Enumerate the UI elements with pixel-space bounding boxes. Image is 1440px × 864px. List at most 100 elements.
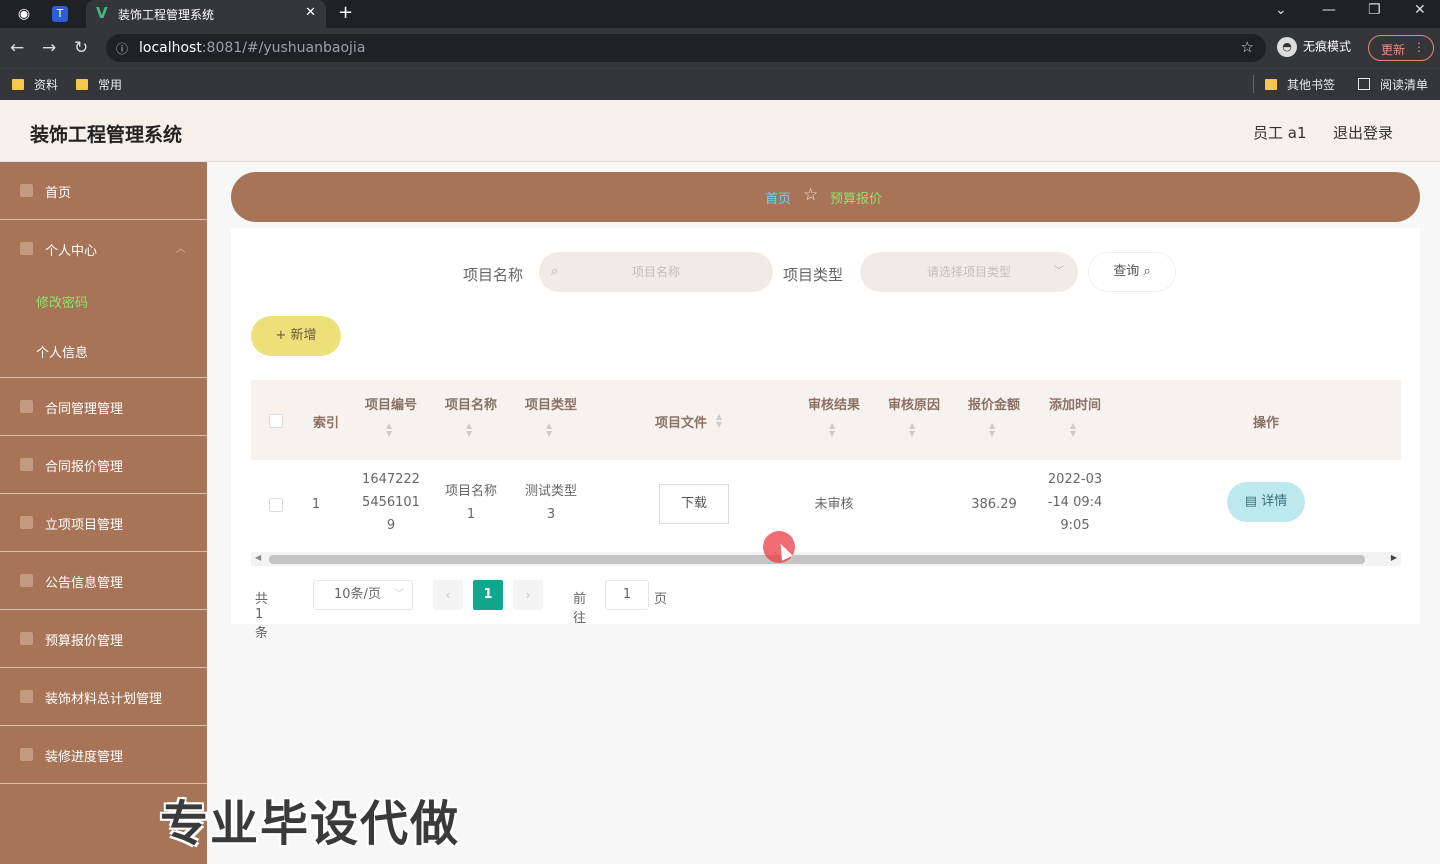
scroll-right-icon[interactable]: ▶ bbox=[1391, 553, 1397, 562]
bookmarks-bar: 资料 常用 其他书签 阅读清单 bbox=[0, 68, 1440, 100]
menu-icon bbox=[20, 748, 33, 761]
breadcrumb: 首页 ☆ 预算报价 bbox=[231, 172, 1420, 222]
menu-icon bbox=[20, 516, 33, 529]
prev-page-button[interactable]: ‹ bbox=[433, 580, 463, 610]
column-header-time[interactable]: 添加时间 bbox=[1045, 394, 1105, 413]
sidebar-item-label: 合同管理管理 bbox=[45, 402, 124, 417]
cell-name: 项目名称 1 bbox=[444, 484, 497, 522]
page-size-select[interactable]: 10条/页 ﹀ bbox=[313, 580, 413, 610]
select-all-checkbox[interactable] bbox=[269, 414, 283, 428]
pinned-tab-icon[interactable]: T bbox=[52, 6, 68, 22]
sidebar-item-home[interactable]: 首页 bbox=[0, 162, 207, 220]
close-window-icon[interactable]: ✕ bbox=[1414, 2, 1426, 18]
app-title: 装饰工程管理系统 bbox=[30, 124, 183, 146]
new-tab-icon[interactable]: + bbox=[338, 2, 353, 23]
download-button[interactable]: 下载 bbox=[659, 484, 729, 524]
tab-close-icon[interactable]: ✕ bbox=[305, 5, 316, 20]
current-page[interactable]: 1 bbox=[473, 580, 503, 610]
sort-icon[interactable]: ▲ ▼ bbox=[466, 422, 472, 438]
bookmark-separator bbox=[1253, 75, 1254, 93]
tab-title: 装饰工程管理系统 bbox=[118, 8, 215, 22]
vue-favicon-icon: V bbox=[96, 4, 108, 22]
site-info-icon[interactable]: ⓘ bbox=[116, 40, 128, 57]
current-user: 员工 a1 bbox=[1253, 124, 1307, 142]
search-icon: ⌕ bbox=[551, 264, 559, 279]
query-button[interactable]: 查询 ⌕ bbox=[1088, 252, 1176, 292]
browser-tabbar: ◉ T V 装饰工程管理系统 ✕ + ⌄ — ❐ ✕ bbox=[0, 0, 1440, 28]
browser-toolbar: ← → ↻ ⓘ localhost:8081/#/yushuanbaojia ☆… bbox=[0, 28, 1440, 68]
sidebar-item-budget-quote[interactable]: 预算报价管理 bbox=[0, 610, 207, 668]
add-button[interactable]: + 新增 bbox=[251, 316, 341, 356]
column-header-review-result[interactable]: 审核结果 bbox=[804, 394, 864, 413]
scrollbar-thumb[interactable] bbox=[269, 555, 1365, 564]
scroll-left-icon[interactable]: ◀ bbox=[255, 553, 261, 562]
sort-icon[interactable]: ▲ ▼ bbox=[546, 422, 552, 438]
bookmark-star-icon[interactable]: ☆ bbox=[1241, 38, 1254, 56]
watermark-text: 专业毕设代做 bbox=[160, 796, 461, 852]
project-type-select[interactable]: 请选择项目类型 ﹀ bbox=[860, 252, 1078, 292]
horizontal-scrollbar[interactable]: ◀ ▶ bbox=[251, 552, 1401, 566]
pagination-total: 共 1 条 bbox=[255, 592, 269, 641]
forward-icon[interactable]: → bbox=[42, 38, 56, 58]
column-header-type[interactable]: 项目类型 bbox=[521, 394, 581, 413]
sort-icon[interactable]: ▲ ▼ bbox=[989, 422, 995, 438]
sidebar-item-contract-quote[interactable]: 合同报价管理 bbox=[0, 436, 207, 494]
page-unit-label: 页 bbox=[654, 592, 668, 607]
project-type-label: 项目类型 bbox=[783, 266, 844, 284]
app-header: 装饰工程管理系统 员工 a1 退出登录 bbox=[0, 100, 1440, 162]
detail-button[interactable]: ▤ 详情 bbox=[1227, 482, 1305, 522]
cell-review-result: 未审核 bbox=[814, 497, 854, 512]
column-header-name[interactable]: 项目名称 bbox=[441, 394, 501, 413]
incognito-indicator[interactable]: ◓ 无痕模式 bbox=[1277, 37, 1351, 57]
folder-icon bbox=[1265, 79, 1277, 90]
sort-icon[interactable]: ▲ ▼ bbox=[716, 413, 722, 429]
project-name-label: 项目名称 bbox=[463, 266, 524, 284]
reload-icon[interactable]: ↻ bbox=[74, 38, 88, 58]
sidebar-item-project[interactable]: 立项项目管理 bbox=[0, 494, 207, 552]
chevron-down-icon: ﹀ bbox=[394, 589, 404, 600]
sidebar-item-label: 公告信息管理 bbox=[45, 576, 124, 591]
sort-icon[interactable]: ▲ ▼ bbox=[1070, 422, 1076, 438]
sort-icon[interactable]: ▲ ▼ bbox=[386, 422, 392, 438]
sidebar-subitem-profile[interactable]: 个人信息 bbox=[36, 342, 88, 361]
update-button[interactable]: 更新 ⋮ bbox=[1368, 35, 1434, 61]
incognito-icon: ◓ bbox=[1277, 37, 1297, 57]
bookmark-folder-ziliao[interactable]: 资料 bbox=[12, 76, 58, 93]
sidebar-subitem-change-password[interactable]: 修改密码 bbox=[36, 292, 88, 311]
search-icon: ⌕ bbox=[1143, 264, 1151, 279]
reading-list[interactable]: 阅读清单 bbox=[1358, 76, 1428, 93]
breadcrumb-current: 预算报价 bbox=[830, 192, 883, 207]
sidebar-item-label: 合同报价管理 bbox=[45, 460, 124, 475]
address-bar[interactable]: ⓘ localhost:8081/#/yushuanbaojia ☆ bbox=[106, 34, 1266, 62]
main-content: 首页 ☆ 预算报价 项目名称 ⌕ 项目名称 项目类型 请选择项目类型 ﹀ 查询 … bbox=[207, 162, 1440, 864]
sidebar-item-progress[interactable]: 装修进度管理 bbox=[0, 726, 207, 784]
bookmark-folder-changyong[interactable]: 常用 bbox=[76, 76, 122, 93]
next-page-button[interactable]: › bbox=[513, 580, 543, 610]
column-header-review-reason[interactable]: 审核原因 bbox=[884, 394, 944, 413]
breadcrumb-home[interactable]: 首页 bbox=[765, 188, 791, 207]
project-name-input[interactable]: ⌕ 项目名称 bbox=[539, 252, 773, 292]
column-header-file[interactable]: 项目文件 bbox=[651, 412, 711, 431]
goto-page-input[interactable]: 1 bbox=[605, 580, 649, 610]
back-icon[interactable]: ← bbox=[10, 38, 24, 58]
menu-icon bbox=[20, 690, 33, 703]
active-tab[interactable]: V 装饰工程管理系统 ✕ bbox=[86, 0, 326, 28]
browser-logo-icon: ◉ bbox=[17, 6, 31, 22]
sidebar-item-contract[interactable]: 合同管理管理 bbox=[0, 378, 207, 436]
logout-link[interactable]: 退出登录 bbox=[1333, 122, 1393, 143]
sort-icon[interactable]: ▲ ▼ bbox=[909, 422, 915, 438]
sidebar-item-material-plan[interactable]: 装饰材料总计划管理 bbox=[0, 668, 207, 726]
minimize-icon[interactable]: — bbox=[1322, 2, 1336, 18]
restore-icon[interactable]: ❐ bbox=[1368, 2, 1381, 18]
column-header-code[interactable]: 项目编号 bbox=[361, 394, 421, 413]
column-header-action: 操作 bbox=[1252, 416, 1279, 431]
row-checkbox[interactable] bbox=[269, 498, 283, 512]
tab-search-icon[interactable]: ⌄ bbox=[1275, 2, 1287, 18]
other-bookmarks[interactable]: 其他书签 bbox=[1265, 76, 1335, 93]
sidebar-item-notice[interactable]: 公告信息管理 bbox=[0, 552, 207, 610]
reading-list-icon bbox=[1358, 78, 1370, 90]
sidebar-item-label: 装饰材料总计划管理 bbox=[45, 692, 163, 707]
sidebar-item-personal-center[interactable]: 个人中心 ︿ 修改密码 个人信息 bbox=[0, 220, 207, 378]
sort-icon[interactable]: ▲ ▼ bbox=[829, 422, 835, 438]
column-header-amount[interactable]: 报价金额 bbox=[964, 394, 1024, 413]
